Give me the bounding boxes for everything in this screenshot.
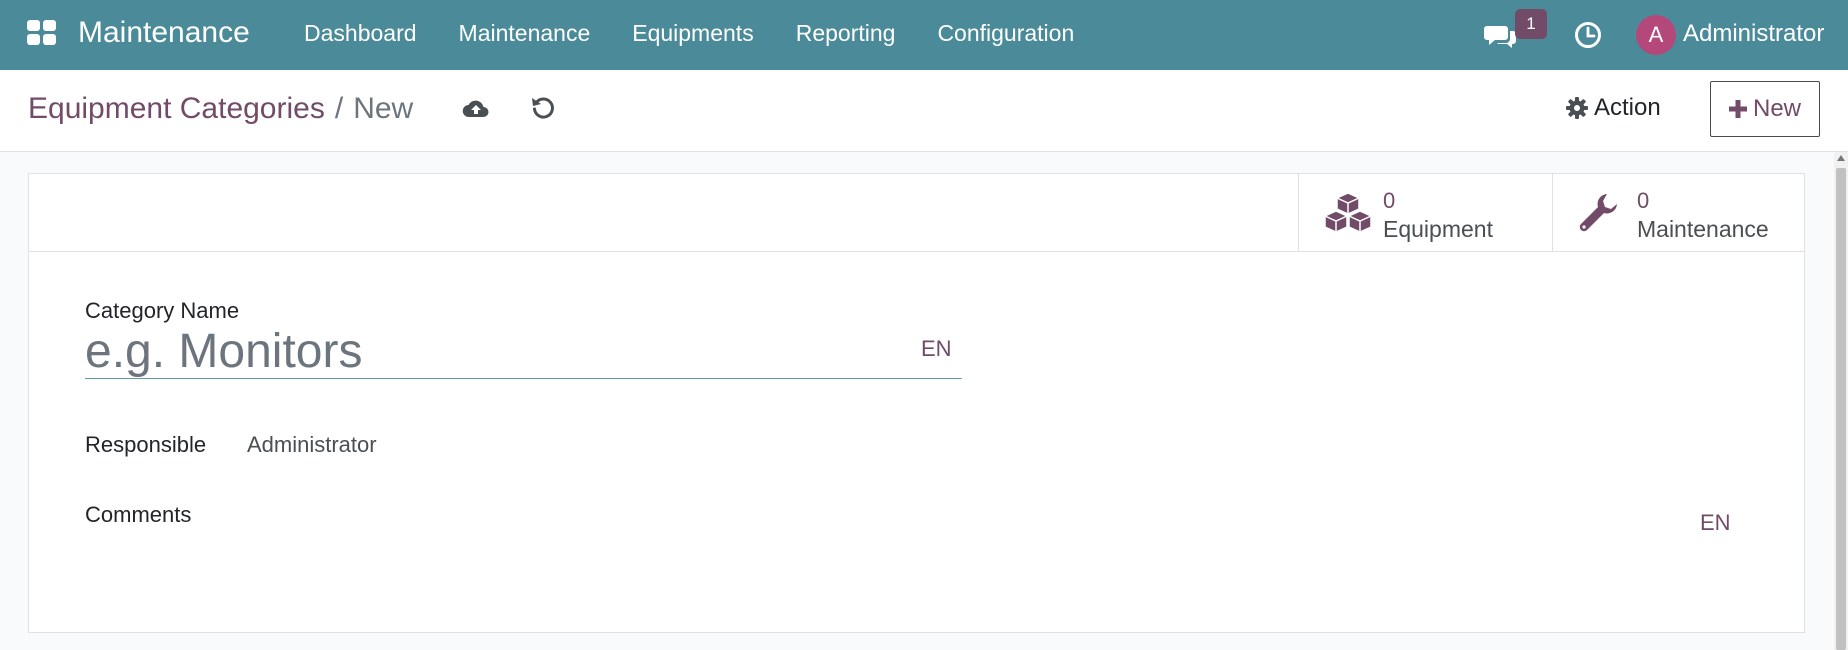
apps-menu-icon[interactable]	[27, 20, 59, 48]
responsible-field[interactable]: Administrator	[247, 432, 377, 458]
menu-item-maintenance[interactable]: Maintenance	[459, 20, 591, 47]
new-label: New	[1752, 95, 1801, 122]
breadcrumb: Equipment Categories / New	[28, 92, 413, 126]
top-navbar: Maintenance Dashboard Maintenance Equipm…	[0, 0, 1848, 70]
save-cloud-icon[interactable]	[462, 97, 490, 121]
comments-field[interactable]	[85, 504, 1745, 604]
responsible-label: Responsible	[85, 432, 207, 457]
chat-badge: 1	[1515, 9, 1547, 39]
equipment-stat-button[interactable]: 0 Equipment	[1298, 174, 1552, 251]
menu-item-configuration[interactable]: Configuration	[937, 20, 1074, 47]
page-scrollbar[interactable]	[1834, 152, 1848, 650]
breadcrumb-separator: /	[334, 92, 344, 125]
cubes-icon	[1324, 192, 1372, 233]
breadcrumb-current: New	[353, 92, 414, 125]
discard-undo-icon[interactable]	[530, 95, 556, 121]
maintenance-stat-button[interactable]: 0 Maintenance	[1552, 174, 1804, 251]
category-name-label: Category Name	[85, 298, 240, 323]
equipment-count: 0	[1383, 188, 1396, 213]
main-menu: Dashboard Maintenance Equipments Reporti…	[304, 20, 1116, 47]
chat-icon[interactable]	[1484, 22, 1518, 50]
gear-icon	[1566, 97, 1588, 119]
menu-item-reporting[interactable]: Reporting	[796, 20, 896, 47]
action-label: Action	[1594, 94, 1661, 121]
equipment-label: Equipment	[1383, 216, 1493, 242]
category-name-input[interactable]	[85, 324, 962, 379]
maintenance-label: Maintenance	[1637, 216, 1769, 242]
breadcrumb-parent[interactable]: Equipment Categories	[28, 92, 325, 125]
action-button[interactable]: Action	[1566, 94, 1661, 122]
user-menu-name[interactable]: Administrator	[1683, 20, 1824, 48]
form-sheet: 0 Equipment 0 Maintenance Category Name …	[28, 173, 1805, 633]
menu-item-dashboard[interactable]: Dashboard	[304, 20, 417, 47]
menu-item-equipments[interactable]: Equipments	[632, 20, 753, 47]
plus-icon	[1728, 100, 1747, 118]
comments-lang-button[interactable]: EN	[1700, 510, 1731, 536]
category-name-lang-button[interactable]: EN	[921, 336, 952, 362]
stat-button-box: 0 Equipment 0 Maintenance	[29, 174, 1804, 252]
scroll-thumb[interactable]	[1836, 168, 1846, 650]
maintenance-count: 0	[1637, 188, 1650, 213]
user-avatar[interactable]: A	[1636, 15, 1676, 55]
new-button[interactable]: New	[1710, 81, 1820, 137]
wrench-icon	[1579, 194, 1617, 232]
app-brand[interactable]: Maintenance	[78, 16, 250, 50]
control-panel: Equipment Categories / New Action New	[0, 70, 1848, 152]
scroll-up-arrow-icon[interactable]	[1837, 155, 1845, 161]
clock-icon[interactable]	[1574, 21, 1602, 49]
